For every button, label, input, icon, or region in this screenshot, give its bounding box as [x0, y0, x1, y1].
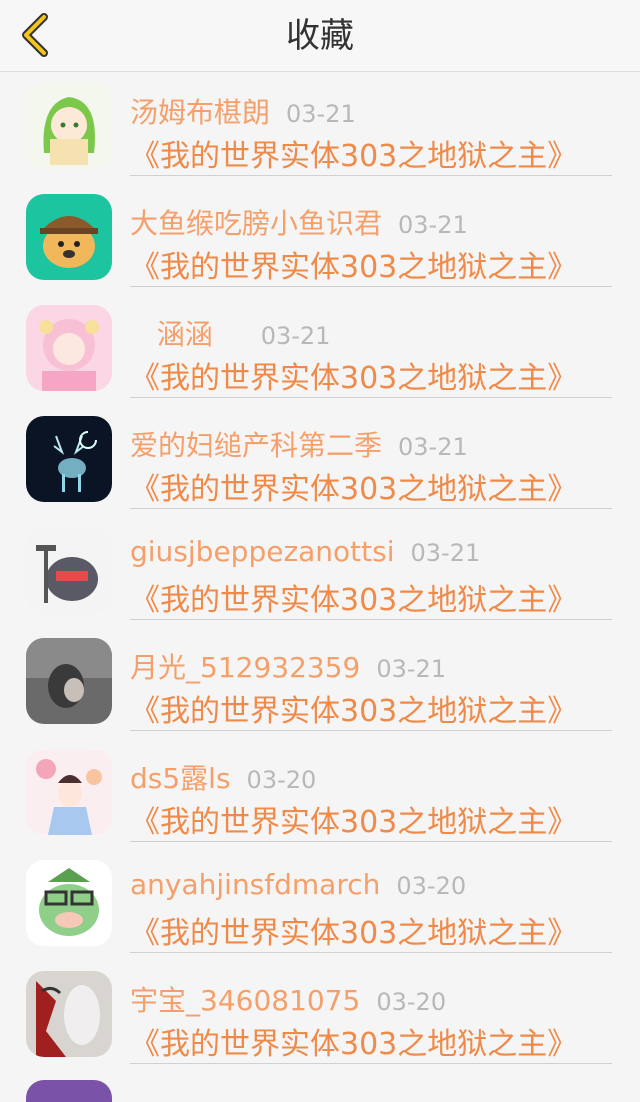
favorite-date: 03-20: [246, 766, 317, 794]
list-item[interactable]: 月光_512932359 03-21 《我的世界实体303之地狱之主》: [0, 628, 640, 739]
avatar: [26, 860, 112, 946]
divider: [130, 1063, 612, 1064]
list-item[interactable]: giusjbeppezanottsi 03-21 《我的世界实体303之地狱之主》: [0, 517, 640, 628]
favorite-date: 03-21: [398, 433, 468, 461]
user-name: 大鱼缑吃膀小鱼识君 03-21: [130, 207, 468, 240]
divider: [130, 952, 612, 953]
user-name: 汤姆布椹朗 03-21: [130, 96, 356, 129]
favorite-date: 03-20: [376, 988, 447, 1016]
divider: [130, 841, 612, 842]
book-title[interactable]: 《我的世界实体303之地狱之主》: [130, 575, 577, 619]
avatar: [26, 527, 112, 613]
user-name: anyahjinsfdmarch 03-20: [130, 868, 467, 901]
divider: [130, 175, 612, 176]
favorite-date: 03-20: [396, 872, 467, 900]
user-name: giusjbeppezanottsi 03-21: [130, 535, 481, 568]
divider: [130, 286, 612, 287]
list-item[interactable]: [0, 1072, 640, 1102]
divider: [130, 730, 612, 731]
list-item[interactable]: 汤姆布椹朗 03-21 《我的世界实体303之地狱之主》: [0, 73, 640, 184]
user-name: 月光_512932359 03-21: [130, 651, 447, 684]
avatar: [26, 305, 112, 391]
book-title[interactable]: 《我的世界实体303之地狱之主》: [130, 242, 577, 286]
user-name: 涵涵 03-21: [130, 318, 331, 351]
list-item[interactable]: 大鱼缑吃膀小鱼识君 03-21 《我的世界实体303之地狱之主》: [0, 184, 640, 295]
avatar: [26, 83, 112, 169]
list-item[interactable]: 爱的妇缒产科第二季 03-21 《我的世界实体303之地狱之主》: [0, 406, 640, 517]
book-title[interactable]: 《我的世界实体303之地狱之主》: [130, 686, 577, 730]
user-name: 爱的妇缒产科第二季 03-21: [130, 429, 468, 462]
book-title[interactable]: 《我的世界实体303之地狱之主》: [130, 1019, 577, 1063]
list-item[interactable]: 宇宝_346081075 03-20 《我的世界实体303之地狱之主》: [0, 961, 640, 1072]
page-title: 收藏: [286, 16, 354, 56]
book-title[interactable]: 《我的世界实体303之地狱之主》: [130, 353, 577, 397]
top-nav-bar: 收藏: [0, 0, 640, 72]
user-name: ds5露ls 03-20: [130, 762, 317, 795]
avatar: [26, 749, 112, 835]
book-title[interactable]: 《我的世界实体303之地狱之主》: [130, 464, 577, 508]
favorites-list: 汤姆布椹朗 03-21 《我的世界实体303之地狱之主》 大鱼缑吃膀小鱼识君 03-…: [0, 73, 640, 1102]
divider: [130, 619, 612, 620]
user-name: 宇宝_346081075 03-20: [130, 984, 447, 1017]
divider: [130, 397, 612, 398]
avatar: [26, 638, 112, 724]
favorite-date: 03-21: [286, 100, 356, 128]
favorite-date: 03-21: [410, 539, 481, 567]
favorite-date: 03-21: [376, 655, 447, 683]
list-item[interactable]: 涵涵 03-21 《我的世界实体303之地狱之主》: [0, 295, 640, 406]
avatar: [26, 1080, 112, 1102]
book-title[interactable]: 《我的世界实体303之地狱之主》: [130, 908, 577, 952]
avatar: [26, 194, 112, 280]
book-title[interactable]: 《我的世界实体303之地狱之主》: [130, 131, 577, 175]
book-title[interactable]: 《我的世界实体303之地狱之主》: [130, 797, 577, 841]
divider: [130, 508, 612, 509]
avatar: [26, 971, 112, 1057]
favorite-date: 03-21: [398, 211, 468, 239]
avatar: [26, 416, 112, 502]
list-item[interactable]: ds5露ls 03-20 《我的世界实体303之地狱之主》: [0, 739, 640, 850]
list-item[interactable]: anyahjinsfdmarch 03-20 《我的世界实体303之地狱之主》: [0, 850, 640, 961]
favorite-date: 03-21: [260, 322, 331, 350]
